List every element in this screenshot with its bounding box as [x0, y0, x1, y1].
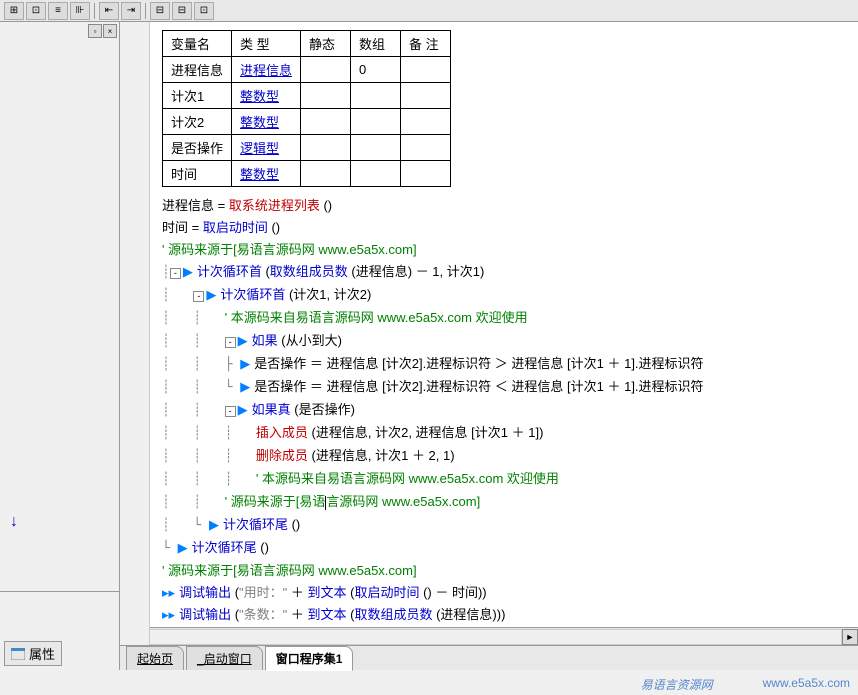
- fold-icon[interactable]: -: [193, 291, 204, 302]
- code-line: └ ▶计次循环尾 (): [162, 537, 846, 560]
- footer: 易语言资源网 www.e5a5x.com: [641, 676, 850, 693]
- code-line: ┊ ┊ -▶如果 (从小到大): [162, 330, 846, 353]
- properties-label: 属性: [29, 644, 55, 663]
- code-area[interactable]: 变量名 类 型 静态 数组 备 注 进程信息 进程信息 0 计次1 整数型: [150, 22, 858, 627]
- code-line: ┊ └ ▶计次循环尾 (): [162, 514, 846, 537]
- code-line: 时间 = 取启动时间 (): [162, 217, 846, 239]
- panel-close-icon[interactable]: ×: [103, 24, 117, 38]
- tb-btn-1[interactable]: ⊞: [4, 2, 24, 20]
- code-line: ┊ ┊ └ ▶是否操作 ＝ 进程信息 [计次2].进程标识符 ＜ 进程信息 [计…: [162, 376, 846, 399]
- code-line: ┊-▶计次循环首 (取数组成员数 (进程信息) － 1, 计次1): [162, 261, 846, 284]
- footer-url: www.e5a5x.com: [763, 676, 850, 693]
- table-row: 计次2 整数型: [163, 109, 451, 135]
- properties-button[interactable]: 属性: [4, 641, 62, 666]
- tb-btn-4[interactable]: ⊪: [70, 2, 90, 20]
- col-type: 类 型: [232, 31, 301, 57]
- tb-btn-9[interactable]: ⊡: [194, 2, 214, 20]
- code-line: ┊ ┊ -▶如果真 (是否操作): [162, 399, 846, 422]
- tab-startwin[interactable]: _启动窗口: [186, 646, 263, 670]
- col-static: 静态: [301, 31, 351, 57]
- code-line: ▸▸调试输出 ("用时：" ＋ 到文本 (取启动时间 () － 时间)): [162, 582, 846, 604]
- tb-btn-8[interactable]: ⊟: [172, 2, 192, 20]
- variable-table[interactable]: 变量名 类 型 静态 数组 备 注 进程信息 进程信息 0 计次1 整数型: [162, 30, 451, 187]
- code-comment: ' 源码来源于[易语言源码网 www.e5a5x.com]: [162, 239, 846, 261]
- code-line: ┊ ┊ ┊ 删除成员 (进程信息, 计次1 ＋ 2, 1): [162, 445, 846, 468]
- code-panel: 变量名 类 型 静态 数组 备 注 进程信息 进程信息 0 计次1 整数型: [120, 22, 858, 670]
- tab-start[interactable]: 起始页: [126, 646, 184, 670]
- fold-icon[interactable]: -: [225, 337, 236, 348]
- col-name: 变量名: [163, 31, 232, 57]
- arrow-down-icon: ↓: [10, 513, 18, 531]
- footer-brand: 易语言资源网: [641, 676, 713, 693]
- col-remark: 备 注: [401, 31, 451, 57]
- tab-procset[interactable]: 窗口程序集1: [265, 646, 354, 671]
- tb-btn-2[interactable]: ⊡: [26, 2, 46, 20]
- tb-btn-6[interactable]: ⇥: [121, 2, 141, 20]
- properties-icon: [11, 648, 25, 660]
- table-row: 时间 整数型: [163, 161, 451, 187]
- scroll-right-icon[interactable]: ►: [842, 629, 858, 645]
- tb-btn-5[interactable]: ⇤: [99, 2, 119, 20]
- code-line: ┊ -▶计次循环首 (计次1, 计次2): [162, 284, 846, 307]
- code-comment: ' 源码来源于[易语言源码网 www.e5a5x.com]: [162, 560, 846, 582]
- toolbar: ⊞ ⊡ ≡ ⊪ ⇤ ⇥ ⊟ ⊟ ⊡: [0, 0, 858, 22]
- code-comment: ┊ ┊ ┊ ' 本源码来自易语言源码网 www.e5a5x.com 欢迎使用: [162, 468, 846, 491]
- tb-btn-3[interactable]: ≡: [48, 2, 68, 20]
- left-panel: ▫ × ↓ 属性: [0, 22, 120, 670]
- tb-btn-7[interactable]: ⊟: [150, 2, 170, 20]
- col-array: 数组: [351, 31, 401, 57]
- gutter: [120, 22, 150, 645]
- fold-icon[interactable]: -: [170, 268, 181, 279]
- table-row: 计次1 整数型: [163, 83, 451, 109]
- table-row: 是否操作 逻辑型: [163, 135, 451, 161]
- table-row: 进程信息 进程信息 0: [163, 57, 451, 83]
- fold-icon[interactable]: -: [225, 406, 236, 417]
- code-line: ┊ ┊ ┊ 插入成员 (进程信息, 计次2, 进程信息 [计次1 ＋ 1]): [162, 422, 846, 445]
- scroll-track[interactable]: [136, 629, 842, 645]
- code-comment: ┊ ┊ ' 源码来源于[易语言源码网 www.e5a5x.com]: [162, 491, 846, 514]
- h-scrollbar[interactable]: ◄ ►: [120, 627, 858, 645]
- code-line: 进程信息 = 取系统进程列表 (): [162, 195, 846, 217]
- panel-min-icon[interactable]: ▫: [88, 24, 102, 38]
- editor-tabs: 起始页 _启动窗口 窗口程序集1: [120, 645, 858, 670]
- code-line: ▸▸调试输出 ("条数：" ＋ 到文本 (取数组成员数 (进程信息))): [162, 604, 846, 626]
- code-line: ┊ ┊ ├ ▶是否操作 ＝ 进程信息 [计次2].进程标识符 ＞ 进程信息 [计…: [162, 353, 846, 376]
- code-comment: ┊ ┊ ' 本源码来自易语言源码网 www.e5a5x.com 欢迎使用: [162, 307, 846, 330]
